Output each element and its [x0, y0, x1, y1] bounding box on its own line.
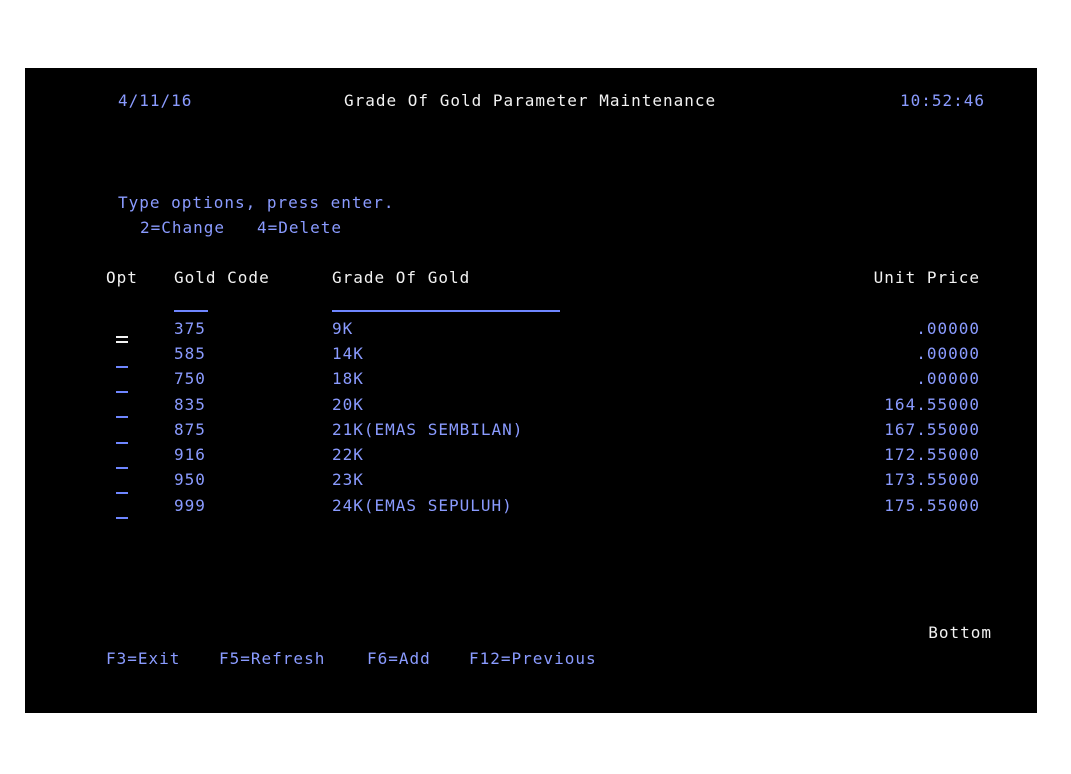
column-header-unit-price: Unit Price	[873, 268, 980, 287]
system-time: 10:52:46	[900, 91, 986, 110]
gold-code-cell: 950	[174, 470, 206, 489]
grade-cell: 21K(EMAS SEMBILAN)	[332, 420, 524, 439]
unit-price-cell: .00000	[916, 344, 980, 363]
option-input[interactable]	[116, 488, 128, 494]
position-to-code-field[interactable]	[174, 310, 208, 312]
gold-code-cell: 875	[174, 420, 206, 439]
column-header-gold-code: Gold Code	[174, 268, 270, 287]
f12-previous-key[interactable]: F12=Previous	[469, 649, 597, 669]
grade-cell: 24K(EMAS SEPULUH)	[332, 496, 513, 515]
unit-price-cell: .00000	[916, 369, 980, 388]
grade-cell: 22K	[332, 445, 364, 464]
option-input[interactable]	[116, 463, 128, 469]
column-header-grade: Grade Of Gold	[332, 268, 471, 287]
unit-price-cell: 175.55000	[884, 496, 980, 515]
instruction-text: Type options, press enter.	[118, 193, 395, 212]
grade-cell: 20K	[332, 395, 364, 414]
gold-code-cell: 585	[174, 344, 206, 363]
grade-cell: 23K	[332, 470, 364, 489]
screen-title: Grade Of Gold Parameter Maintenance	[344, 91, 717, 110]
f3-exit-key[interactable]: F3=Exit	[106, 649, 180, 669]
unit-price-cell: 172.55000	[884, 445, 980, 464]
column-header-opt: Opt	[106, 268, 138, 287]
option-input[interactable]	[116, 387, 128, 393]
gold-code-cell: 835	[174, 395, 206, 414]
gold-code-cell: 916	[174, 445, 206, 464]
grade-cell: 9K	[332, 319, 354, 338]
gold-code-cell: 999	[174, 496, 206, 515]
unit-price-cell: 164.55000	[884, 395, 980, 414]
option-legend: 2=Change 4=Delete	[140, 218, 343, 237]
option-input[interactable]	[116, 513, 128, 519]
option-input[interactable]	[116, 362, 128, 368]
gold-code-cell: 750	[174, 369, 206, 388]
f5-refresh-key[interactable]: F5=Refresh	[219, 649, 325, 669]
grade-cell: 18K	[332, 369, 364, 388]
gold-code-cell: 375	[174, 319, 206, 338]
unit-price-cell: 167.55000	[884, 420, 980, 439]
option-input[interactable]	[116, 412, 128, 418]
system-date: 4/11/16	[118, 91, 193, 110]
position-to-grade-field[interactable]	[332, 310, 560, 312]
list-position-indicator: Bottom	[928, 623, 992, 642]
option-input[interactable]	[116, 438, 128, 444]
option-input[interactable]	[116, 336, 128, 343]
terminal-screen: 4/11/16 Grade Of Gold Parameter Maintena…	[25, 68, 1037, 713]
f6-add-key[interactable]: F6=Add	[367, 649, 431, 669]
unit-price-cell: 173.55000	[884, 470, 980, 489]
unit-price-cell: .00000	[916, 319, 980, 338]
grade-cell: 14K	[332, 344, 364, 363]
